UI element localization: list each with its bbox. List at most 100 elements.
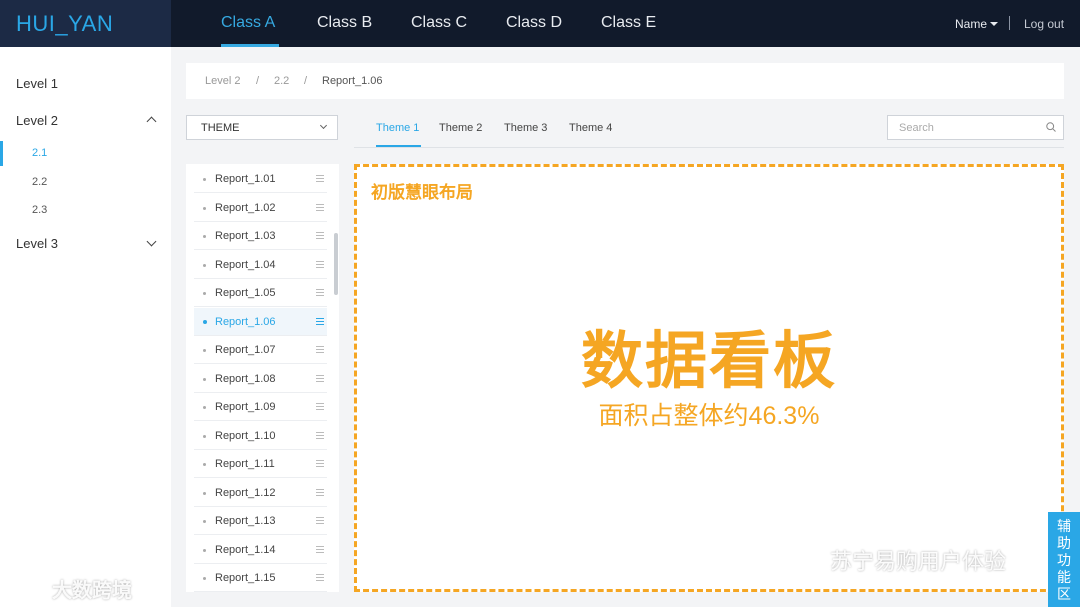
report-label: Report_1.14 <box>215 543 276 556</box>
drag-handle-icon[interactable] <box>316 403 324 410</box>
list-item[interactable]: Report_1.11 <box>194 450 327 478</box>
app-logo[interactable]: HUI_YAN <box>16 11 113 37</box>
watermark-logo-icon <box>9 575 45 592</box>
bullet-icon <box>203 235 206 238</box>
breadcrumb-item[interactable]: 2.2 <box>274 75 289 87</box>
tab-theme-2[interactable]: Theme 2 <box>439 122 482 134</box>
drag-handle-icon[interactable] <box>316 545 324 553</box>
list-item[interactable]: Report_1.06 <box>194 307 327 336</box>
tab-class-a[interactable]: Class A <box>221 14 275 32</box>
scrollbar[interactable] <box>334 233 338 295</box>
assist-panel-button[interactable]: 辅助功能区 <box>1048 512 1080 607</box>
list-item[interactable]: Report_1.03 <box>194 222 327 250</box>
search-input[interactable] <box>887 115 1064 140</box>
dashboard-title: 数据看板 <box>580 327 837 396</box>
drag-handle-icon[interactable] <box>316 260 324 268</box>
list-item[interactable]: Report_1.05 <box>194 279 327 307</box>
breadcrumb-item[interactable]: Level 2 <box>205 75 240 87</box>
list-item[interactable]: Report_1.04 <box>194 251 327 279</box>
report-label: Report_1.05 <box>215 287 276 299</box>
breadcrumb: Level 2 / 2.2 / Report_1.06 <box>186 63 1064 99</box>
top-bar: HUI_YAN Class A Class B Class C Class D … <box>0 0 1080 47</box>
divider <box>354 147 1064 148</box>
dashboard-area: 初版慧眼布局 数据看板 面积占整体约46.3% <box>354 164 1064 592</box>
bullet-icon <box>203 377 206 381</box>
bullet-icon <box>203 292 206 295</box>
drag-handle-icon[interactable] <box>316 317 324 325</box>
report-label: Report_1.15 <box>215 572 276 584</box>
dashboard-label: 初版慧眼布局 <box>371 183 473 202</box>
report-label: Report_1.10 <box>215 429 276 442</box>
report-label: Report_1.09 <box>215 401 276 413</box>
logout-link[interactable]: Log out <box>1024 17 1064 31</box>
drag-handle-icon[interactable] <box>316 175 324 182</box>
active-tab-indicator <box>221 44 279 47</box>
tab-theme-4[interactable]: Theme 4 <box>569 122 612 134</box>
search-icon[interactable] <box>1046 122 1056 132</box>
tab-class-c[interactable]: Class C <box>411 14 467 32</box>
report-label: Report_1.11 <box>215 458 275 470</box>
divider <box>1009 16 1010 30</box>
chevron-down-icon <box>319 121 328 130</box>
bullet-icon <box>203 263 206 267</box>
bullet-icon <box>203 520 206 523</box>
active-item-indicator <box>0 141 3 166</box>
report-label: Report_1.03 <box>215 230 276 242</box>
drag-handle-icon[interactable] <box>316 232 324 239</box>
bullet-icon <box>203 178 206 181</box>
drag-handle-icon[interactable] <box>316 488 324 496</box>
bullet-icon <box>203 434 206 438</box>
sidebar-item-level-3[interactable]: Level 3 <box>16 236 58 251</box>
report-label: Report_1.02 <box>215 201 276 214</box>
drag-handle-icon[interactable] <box>316 346 324 353</box>
assist-label: 辅助功能区 <box>1057 518 1071 602</box>
tab-class-e[interactable]: Class E <box>601 14 656 32</box>
sidebar-item-level-2[interactable]: Level 2 <box>16 113 58 128</box>
drag-handle-icon[interactable] <box>316 460 324 467</box>
drag-handle-icon[interactable] <box>316 574 324 581</box>
list-item[interactable]: Report_1.07 <box>194 336 327 364</box>
sidebar-item-2-2[interactable]: 2.2 <box>32 176 47 188</box>
report-label: Report_1.01 <box>215 173 276 185</box>
report-label: Report_1.06 <box>215 315 276 328</box>
chevron-down-icon[interactable] <box>146 236 157 247</box>
drag-handle-icon[interactable] <box>316 517 324 524</box>
list-item[interactable]: Report_1.09 <box>194 393 327 421</box>
sidebar: Level 1 Level 2 2.1 2.2 2.3 Level 3 <box>0 47 171 607</box>
list-item[interactable]: Report_1.15 <box>194 564 327 592</box>
list-item[interactable]: Report_1.14 <box>194 536 327 564</box>
report-list: Report_1.01 Report_1.02 Report_1.03 Report_… <box>186 164 339 592</box>
user-menu[interactable]: Name <box>955 17 987 31</box>
report-label: Report_1.13 <box>215 515 276 527</box>
list-item[interactable]: Report_1.01 <box>194 165 327 193</box>
tab-theme-3[interactable]: Theme 3 <box>504 122 547 134</box>
tab-class-b[interactable]: Class B <box>317 14 372 32</box>
report-label: Report_1.04 <box>215 258 276 271</box>
drag-handle-icon[interactable] <box>316 431 324 439</box>
tab-class-d[interactable]: Class D <box>506 14 562 32</box>
list-item[interactable]: Report_1.08 <box>194 365 327 393</box>
list-item[interactable]: Report_1.02 <box>194 194 327 222</box>
drag-handle-icon[interactable] <box>316 289 324 296</box>
drag-handle-icon[interactable] <box>316 203 324 211</box>
sidebar-item-2-1[interactable]: 2.1 <box>32 147 47 159</box>
sidebar-item-level-1[interactable]: Level 1 <box>16 76 58 91</box>
chevron-up-icon[interactable] <box>146 116 157 127</box>
tab-theme-1[interactable]: Theme 1 <box>376 122 419 134</box>
bullet-icon <box>203 548 206 552</box>
wechat-icon <box>786 547 823 572</box>
report-label: Report_1.12 <box>215 486 276 499</box>
bullet-icon <box>203 206 206 210</box>
list-item[interactable]: Report_1.12 <box>194 479 327 507</box>
bullet-icon <box>203 406 206 409</box>
dashboard-subtitle: 面积占整体约46.3% <box>598 402 820 430</box>
bullet-icon <box>203 463 206 466</box>
theme-select[interactable]: THEME <box>186 115 338 140</box>
bullet-icon <box>203 349 206 352</box>
drag-handle-icon[interactable] <box>316 374 324 382</box>
logo-area: HUI_YAN <box>0 0 171 47</box>
sidebar-item-2-3[interactable]: 2.3 <box>32 204 47 216</box>
list-item[interactable]: Report_1.13 <box>194 507 327 535</box>
list-item[interactable]: Report_1.10 <box>194 422 327 450</box>
caret-down-icon[interactable] <box>990 22 998 26</box>
